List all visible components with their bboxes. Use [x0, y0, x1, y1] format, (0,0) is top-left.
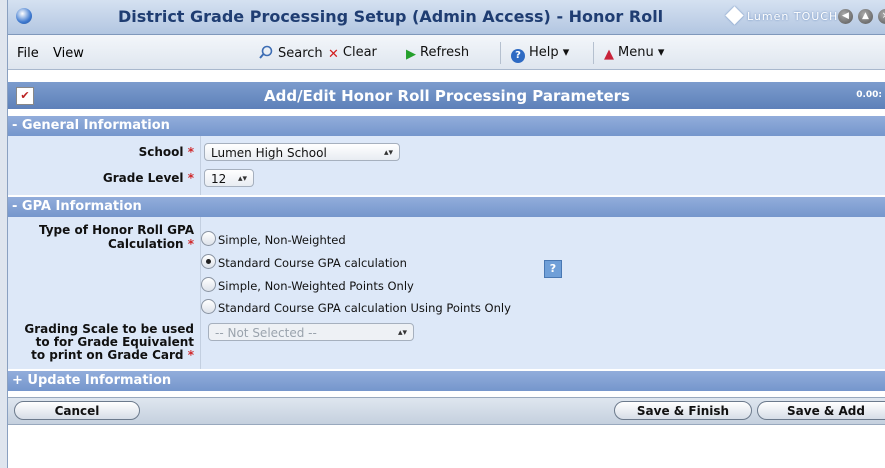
- gpa-type-label: Type of Honor Roll GPA Calculation *: [38, 223, 194, 251]
- required-mark: *: [187, 145, 194, 159]
- toolbar-separator: [593, 42, 594, 64]
- general-info-header[interactable]: - General Information: [8, 116, 885, 136]
- page-title: Add/Edit Honor Roll Processing Parameter…: [263, 87, 630, 105]
- grade-level-select[interactable]: 12 ▴▾: [204, 169, 254, 187]
- button-bar: Cancel Save & Finish Save & Add: [8, 397, 885, 425]
- main-menu-button[interactable]: ▲ Menu ▾: [604, 45, 664, 62]
- gpa-option-1[interactable]: Standard Course GPA calculation: [201, 254, 407, 270]
- lumen-logo: Lumen TOUCH: [725, 6, 839, 25]
- play-arrow-icon: ▶: [406, 47, 416, 62]
- gpa-info-header[interactable]: - GPA Information: [8, 197, 885, 217]
- refresh-label: Refresh: [420, 45, 470, 60]
- search-icon: [259, 45, 273, 59]
- search-button[interactable]: Search: [258, 45, 323, 61]
- option-label: Standard Course GPA calculation: [218, 256, 407, 270]
- timer-text: 0.00:: [856, 90, 882, 100]
- logo-text: Lumen TOUCH: [747, 10, 839, 23]
- save-add-button[interactable]: Save & Add: [757, 401, 885, 420]
- menu-bar: File View Search ✕ Clear ▶ Refresh ? Help ▾…: [8, 35, 885, 70]
- radio-button-selected[interactable]: [201, 254, 216, 269]
- gpa-option-0[interactable]: Simple, Non-Weighted: [201, 231, 346, 247]
- clear-button[interactable]: ✕ Clear: [328, 45, 377, 62]
- cancel-button[interactable]: Cancel: [14, 401, 140, 420]
- page-header: ✔ Add/Edit Honor Roll Processing Paramet…: [8, 82, 885, 109]
- gpa-option-3[interactable]: Standard Course GPA calculation Using Po…: [201, 299, 511, 315]
- gpa-info-panel: Type of Honor Roll GPA Calculation * Grad…: [8, 217, 885, 369]
- general-info-panel: School * Lumen High School ▴▾ Grade Level…: [8, 136, 885, 195]
- grade-value: 12: [211, 172, 227, 186]
- required-mark: *: [187, 237, 194, 251]
- column-divider: [200, 136, 201, 195]
- grade-level-label: Grade Level *: [102, 171, 194, 185]
- app-window: District Grade Processing Setup (Admin A…: [7, 0, 885, 468]
- title-bar: District Grade Processing Setup (Admin A…: [8, 0, 885, 35]
- radio-button[interactable]: [201, 299, 216, 314]
- back-icon[interactable]: ◀: [838, 9, 853, 24]
- update-info-header[interactable]: + Update Information: [8, 371, 885, 391]
- option-label: Simple, Non-Weighted: [218, 233, 346, 247]
- school-value: Lumen High School: [211, 146, 327, 160]
- refresh-button[interactable]: ▶ Refresh: [406, 45, 469, 62]
- menu-label: Menu ▾: [618, 45, 665, 60]
- toolbar-separator: [500, 42, 501, 64]
- help-menu-button[interactable]: ? Help ▾: [511, 45, 569, 63]
- grading-scale-value: -- Not Selected --: [215, 326, 317, 340]
- logo-diamond-icon: [725, 6, 744, 25]
- app-icon: [16, 8, 32, 24]
- radio-button[interactable]: [201, 277, 216, 292]
- radio-button[interactable]: [201, 231, 216, 246]
- gpa-option-2[interactable]: Simple, Non-Weighted Points Only: [201, 277, 414, 293]
- search-label: Search: [278, 46, 323, 61]
- menu-file[interactable]: File: [17, 46, 39, 61]
- clear-label: Clear: [342, 45, 377, 60]
- close-icon[interactable]: ×: [878, 9, 885, 24]
- select-arrows-icon: ▴▾: [397, 328, 407, 338]
- school-select[interactable]: Lumen High School ▴▾: [204, 143, 400, 161]
- required-mark: *: [187, 348, 194, 362]
- clear-x-icon: ✕: [328, 47, 339, 62]
- help-label: Help ▾: [529, 45, 570, 60]
- required-mark: *: [187, 171, 194, 185]
- save-finish-button[interactable]: Save & Finish: [614, 401, 752, 420]
- help-icon: ?: [511, 49, 525, 63]
- select-arrows-icon: ▴▾: [237, 174, 247, 184]
- grading-scale-select[interactable]: -- Not Selected -- ▴▾: [208, 323, 414, 341]
- option-label: Simple, Non-Weighted Points Only: [218, 279, 414, 293]
- menu-view[interactable]: View: [53, 46, 84, 61]
- up-icon[interactable]: ▲: [858, 9, 873, 24]
- window-title: District Grade Processing Setup (Admin A…: [118, 7, 664, 26]
- school-label: School *: [138, 145, 194, 159]
- gpa-help-icon[interactable]: ?: [544, 260, 562, 278]
- menu-person-icon: ▲: [604, 47, 614, 62]
- select-arrows-icon: ▴▾: [383, 148, 393, 158]
- grading-scale-label: Grading Scale to be used to for Grade Equ…: [24, 322, 194, 362]
- option-label: Standard Course GPA calculation Using Po…: [218, 301, 511, 315]
